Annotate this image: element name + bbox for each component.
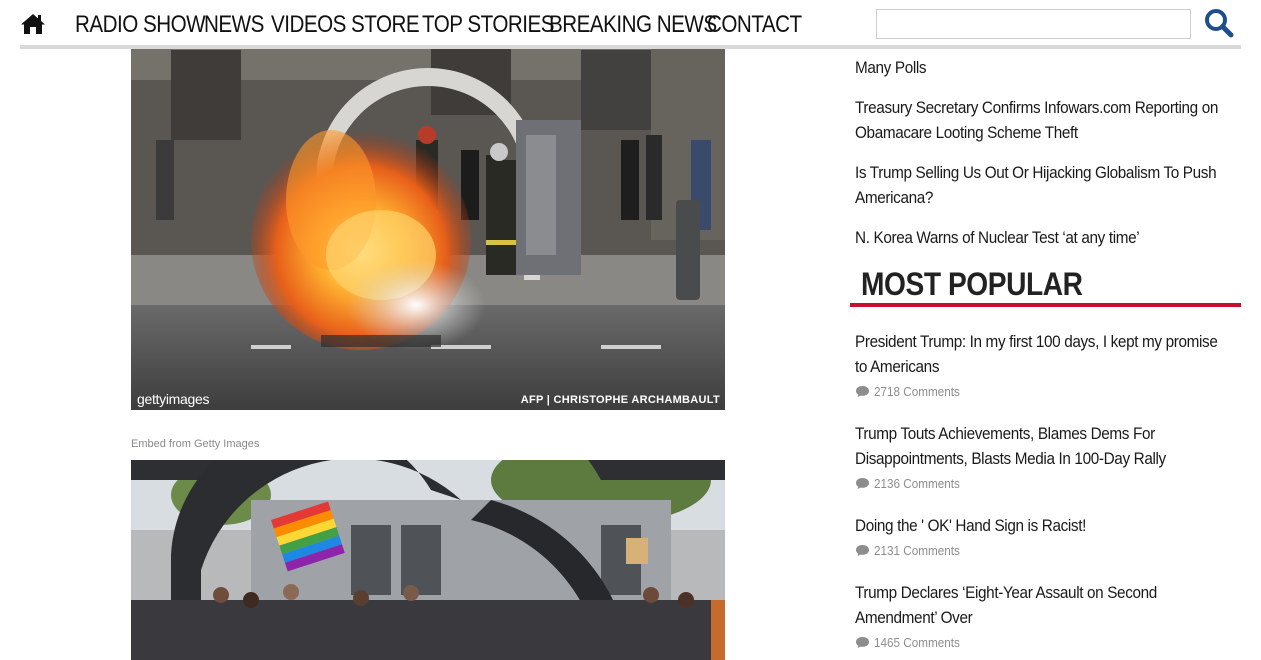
popular-headline[interactable]: Trump Touts Achievements, Blames Dems Fo… xyxy=(855,421,1235,471)
embed-caption-link[interactable]: Embed from Getty Images xyxy=(131,438,259,450)
popular-headline[interactable]: President Trump: In my first 100 days, I… xyxy=(855,329,1235,379)
top-navigation-bar: RADIO SHOW NEWS VIDEOS STORE TOP STORIES… xyxy=(20,0,1241,49)
page: RADIO SHOW NEWS VIDEOS STORE TOP STORIES… xyxy=(0,0,1261,660)
article-photo-fire[interactable]: gettyimages AFP | CHRISTOPHE ARCHAMBAULT xyxy=(131,40,725,410)
latest-headline[interactable]: N. Korea Warns of Nuclear Test ‘at any t… xyxy=(855,225,1235,250)
nav-store[interactable]: STORE xyxy=(351,11,420,39)
comment-count[interactable]: 1465 Comments xyxy=(855,635,969,650)
latest-headline[interactable]: Is Trump Selling Us Out Or Hijacking Glo… xyxy=(855,160,1235,210)
popular-headline[interactable]: Trump Declares ‘Eight-Year Assault on Se… xyxy=(855,580,1235,630)
photo-credit: AFP | CHRISTOPHE ARCHAMBAULT xyxy=(520,394,720,406)
comment-bubble-icon xyxy=(856,386,869,397)
comment-count[interactable]: 2131 Comments xyxy=(855,543,969,558)
search-input[interactable] xyxy=(876,9,1191,39)
fire-scene-image xyxy=(131,40,725,410)
comment-bubble-icon xyxy=(856,545,869,556)
nav-top-stories[interactable]: TOP STORIES xyxy=(422,11,555,39)
home-icon[interactable] xyxy=(20,12,46,36)
article-photo-crowd[interactable] xyxy=(131,460,725,660)
comment-bubble-icon xyxy=(856,637,869,648)
section-divider xyxy=(850,303,1241,307)
nav-breaking-news[interactable]: BREAKING NEWS xyxy=(549,11,717,39)
nav-news[interactable]: NEWS xyxy=(204,11,267,39)
latest-headline[interactable]: Treasury Secretary Confirms Infowars.com… xyxy=(855,95,1235,145)
most-popular-heading: MOST POPULAR xyxy=(861,266,1083,302)
nav-contact[interactable]: CONTACT xyxy=(707,11,802,39)
main-menu: RADIO SHOW NEWS VIDEOS STORE TOP STORIES… xyxy=(75,0,802,49)
crowd-scene-image xyxy=(131,460,725,660)
comment-count[interactable]: 2718 Comments xyxy=(855,384,969,399)
latest-headline[interactable]: Many Polls xyxy=(855,55,1235,80)
popular-headline[interactable]: Doing the ' OK' Hand Sign is Racist! xyxy=(855,513,1235,538)
nav-videos[interactable]: VIDEOS xyxy=(271,11,346,39)
comment-count[interactable]: 2136 Comments xyxy=(855,476,969,491)
magnifier-icon[interactable] xyxy=(1204,8,1234,38)
comment-bubble-icon xyxy=(856,478,869,489)
gettyimages-watermark: gettyimages xyxy=(137,391,210,407)
nav-radio-show[interactable]: RADIO SHOW xyxy=(75,11,206,39)
